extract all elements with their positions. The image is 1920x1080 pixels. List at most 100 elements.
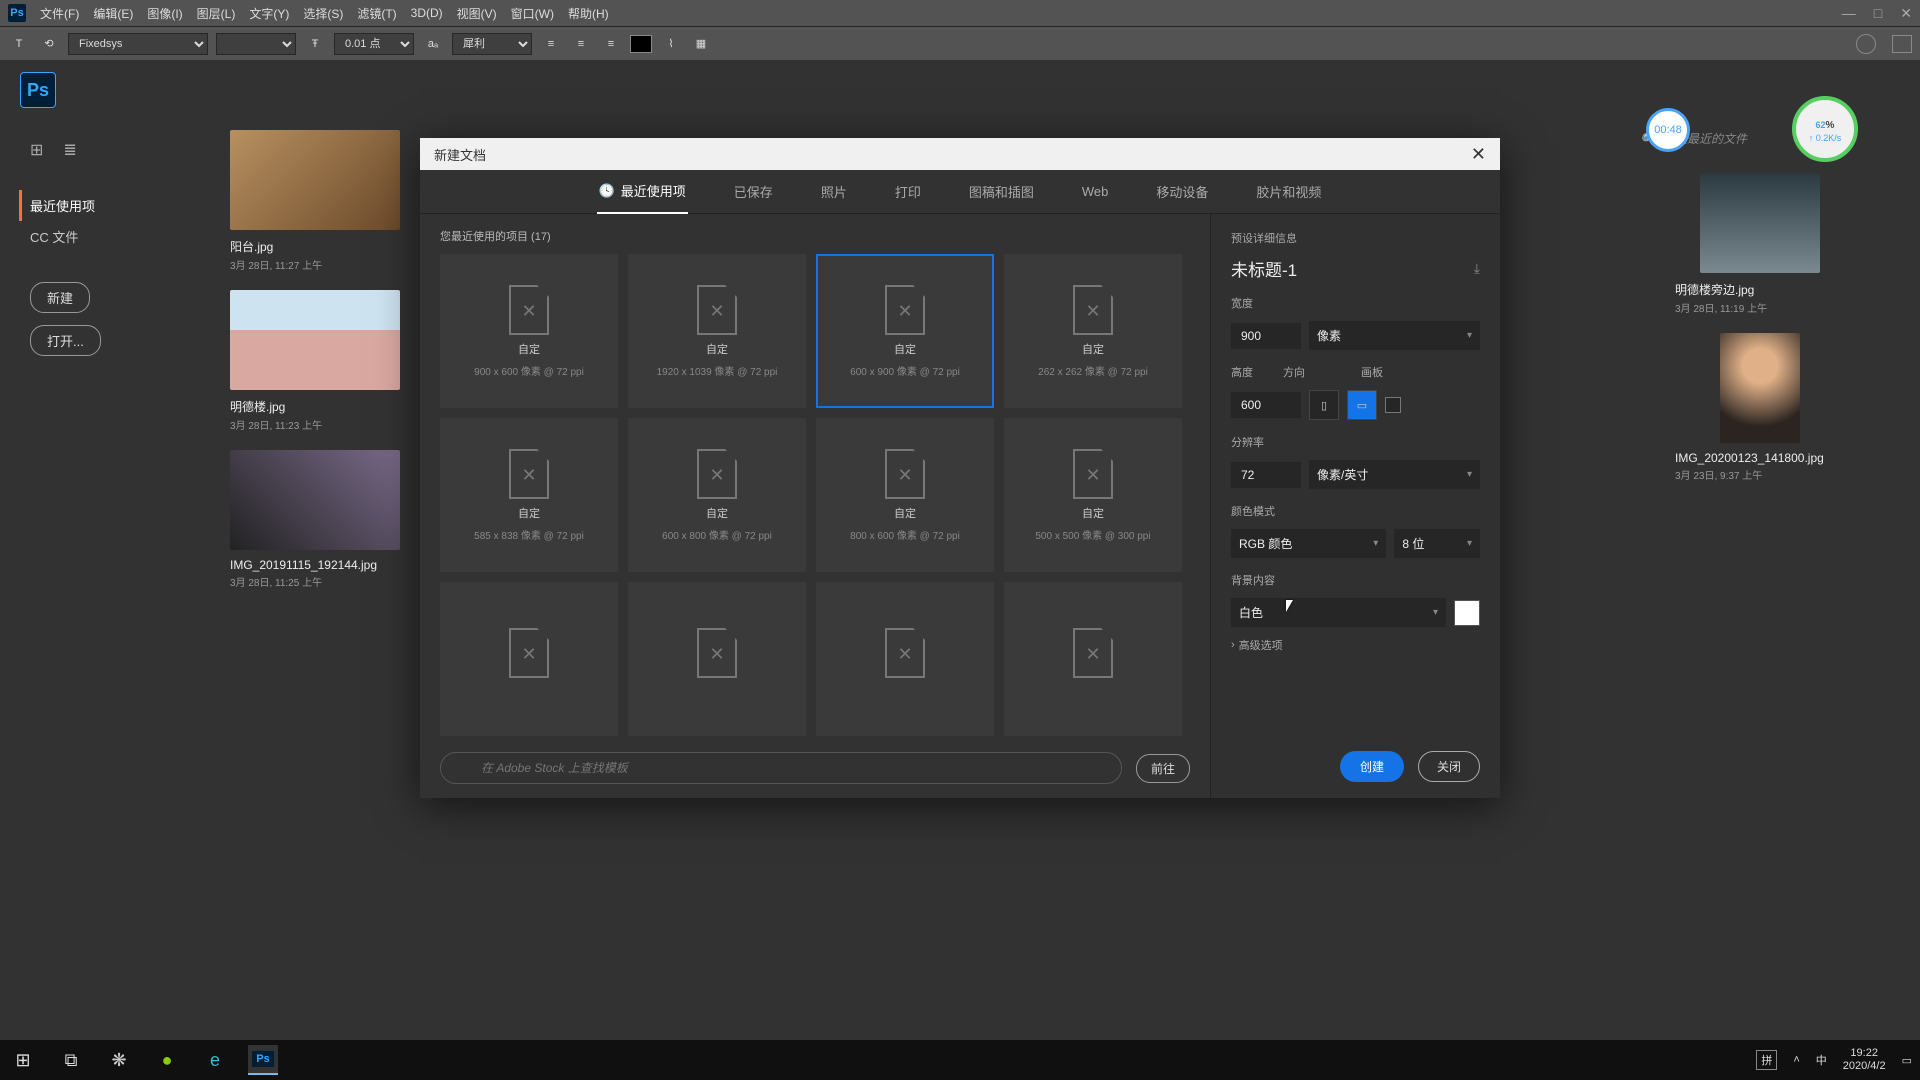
tray-chevron-icon[interactable]: ˄ [1793, 1054, 1799, 1066]
resolution-input[interactable] [1231, 462, 1301, 488]
adobe-stock-search[interactable] [440, 752, 1122, 784]
home-header: Ps [0, 60, 1920, 120]
width-input[interactable] [1231, 323, 1301, 349]
recent-file[interactable]: 阳台.jpg 3月 28日, 11:27 上午 [230, 130, 400, 272]
tab-print[interactable]: 打印 [893, 170, 923, 213]
recent-file[interactable]: 明德楼旁边.jpg 3月 28日, 11:19 上午 [1675, 173, 1845, 315]
document-icon [697, 449, 737, 499]
save-preset-icon[interactable]: ⤓ [1474, 260, 1480, 277]
nav-cc-files[interactable]: CC 文件 [30, 221, 190, 252]
nav-recent[interactable]: 最近使用项 [19, 190, 190, 221]
preset-item[interactable]: 自定585 x 838 像素 @ 72 ppi [440, 418, 618, 572]
color-mode-select[interactable]: RGB 颜色▾ [1231, 529, 1386, 558]
orientation-label: 方向 [1283, 364, 1305, 380]
preset-item[interactable] [816, 582, 994, 736]
notifications-icon[interactable]: ▭ [1902, 1054, 1912, 1067]
tab-photo[interactable]: 照片 [819, 170, 849, 213]
menu-select[interactable]: 选择(S) [303, 5, 343, 22]
dialog-close-icon[interactable]: ✕ [1471, 144, 1486, 165]
preset-item[interactable]: 自定500 x 500 像素 @ 300 ppi [1004, 418, 1182, 572]
tab-art[interactable]: 图稿和插图 [967, 170, 1036, 213]
preset-item[interactable]: 自定1920 x 1039 像素 @ 72 ppi [628, 254, 806, 408]
font-style-select[interactable] [216, 33, 296, 55]
text-color-swatch[interactable] [630, 35, 652, 53]
bit-depth-select[interactable]: 8 位▾ [1394, 529, 1480, 558]
landscape-icon[interactable]: ▭ [1347, 390, 1377, 420]
menu-type[interactable]: 文字(Y) [249, 5, 289, 22]
taskbar-clock[interactable]: 19:222020/4/2 [1843, 1047, 1886, 1073]
orientation-icon[interactable]: ⟲ [38, 33, 60, 55]
new-button[interactable]: 新建 [30, 282, 90, 313]
start-icon[interactable]: ⊞ [8, 1045, 38, 1075]
menu-window[interactable]: 窗口(W) [511, 5, 554, 22]
preset-item[interactable] [1004, 582, 1182, 736]
document-icon [1073, 285, 1113, 335]
photoshop-task-icon[interactable]: Ps [248, 1045, 278, 1075]
preset-item[interactable] [440, 582, 618, 736]
app-icon[interactable]: ● [152, 1045, 182, 1075]
tab-web[interactable]: Web [1080, 172, 1111, 211]
background-select[interactable]: 白色▾ [1231, 598, 1446, 627]
edge-icon[interactable]: e [200, 1045, 230, 1075]
recent-file[interactable]: IMG_20200123_141800.jpg 3月 23日, 9:37 上午 [1675, 333, 1845, 482]
align-center-icon[interactable]: ≡ [570, 33, 592, 55]
maximize-icon[interactable]: □ [1874, 5, 1882, 22]
advanced-options-toggle[interactable]: ›高级选项 [1231, 637, 1480, 653]
preset-item[interactable] [628, 582, 806, 736]
recent-file[interactable]: 明德楼.jpg 3月 28日, 11:23 上午 [230, 290, 400, 432]
tab-recent[interactable]: 🕓最近使用项 [597, 169, 688, 214]
close-icon[interactable]: ✕ [1900, 5, 1912, 22]
preset-item[interactable]: 自定262 x 262 像素 @ 72 ppi [1004, 254, 1182, 408]
type-tool-icon[interactable]: T [8, 33, 30, 55]
resolution-unit-select[interactable]: 像素/英寸▾ [1309, 460, 1480, 489]
ime-pane-icon[interactable]: 拼 [1756, 1050, 1777, 1070]
font-size-select[interactable]: 0.01 点 [334, 33, 414, 55]
preset-dimensions: 1920 x 1039 像素 @ 72 ppi [657, 363, 778, 378]
width-unit-select[interactable]: 像素▾ [1309, 321, 1480, 350]
menu-file[interactable]: 文件(F) [40, 5, 79, 22]
background-label: 背景内容 [1231, 572, 1480, 588]
menu-3d[interactable]: 3D(D) [411, 6, 443, 20]
menu-view[interactable]: 视图(V) [457, 5, 497, 22]
tab-film[interactable]: 胶片和视频 [1254, 170, 1323, 213]
recent-file[interactable]: IMG_20191115_192144.jpg 3月 28日, 11:25 上午 [230, 450, 400, 589]
tab-saved[interactable]: 已保存 [732, 170, 775, 213]
close-button[interactable]: 关闭 [1418, 751, 1480, 782]
panels-icon[interactable]: ▦ [690, 33, 712, 55]
preset-item[interactable]: 自定900 x 600 像素 @ 72 ppi [440, 254, 618, 408]
frame-icon[interactable] [1892, 35, 1912, 53]
menu-layer[interactable]: 图层(L) [197, 5, 236, 22]
menu-help[interactable]: 帮助(H) [568, 5, 609, 22]
align-right-icon[interactable]: ≡ [600, 33, 622, 55]
tab-mobile[interactable]: 移动设备 [1154, 170, 1210, 213]
search-icon[interactable] [1856, 34, 1876, 54]
warp-text-icon[interactable]: ⌇ [660, 33, 682, 55]
list-view-icon[interactable]: ≣ [63, 140, 76, 160]
resolution-label: 分辨率 [1231, 434, 1480, 450]
preset-dimensions: 800 x 600 像素 @ 72 ppi [850, 527, 960, 542]
adobe-stock-go-button[interactable]: 前往 [1136, 754, 1190, 783]
open-button[interactable]: 打开... [30, 325, 101, 356]
antialias-select[interactable]: 犀利 [452, 33, 532, 55]
background-swatch[interactable] [1454, 600, 1480, 626]
menu-edit[interactable]: 编辑(E) [93, 5, 133, 22]
preset-item[interactable]: 自定600 x 900 像素 @ 72 ppi [816, 254, 994, 408]
taskview-icon[interactable]: ⧉ [56, 1045, 86, 1075]
preset-item[interactable]: 自定600 x 800 像素 @ 72 ppi [628, 418, 806, 572]
height-input[interactable] [1231, 392, 1301, 418]
font-family-select[interactable]: Fixedsys [68, 33, 208, 55]
ime-mode-icon[interactable]: 中 [1816, 1052, 1827, 1068]
align-left-icon[interactable]: ≡ [540, 33, 562, 55]
app-icon[interactable]: ❋ [104, 1045, 134, 1075]
artboard-checkbox[interactable] [1385, 397, 1401, 413]
preset-item[interactable]: 自定800 x 600 像素 @ 72 ppi [816, 418, 994, 572]
portrait-icon[interactable]: ▯ [1309, 390, 1339, 420]
menu-filter[interactable]: 滤镜(T) [357, 5, 396, 22]
minimize-icon[interactable]: — [1842, 5, 1856, 22]
fontsize-icon: Ŧ [304, 33, 326, 55]
create-button[interactable]: 创建 [1340, 751, 1404, 782]
preset-name: 自定 [1082, 341, 1104, 357]
menu-image[interactable]: 图像(I) [147, 5, 182, 22]
grid-view-icon[interactable]: ⊞ [30, 140, 43, 160]
document-name[interactable]: 未标题-1 [1231, 256, 1297, 281]
